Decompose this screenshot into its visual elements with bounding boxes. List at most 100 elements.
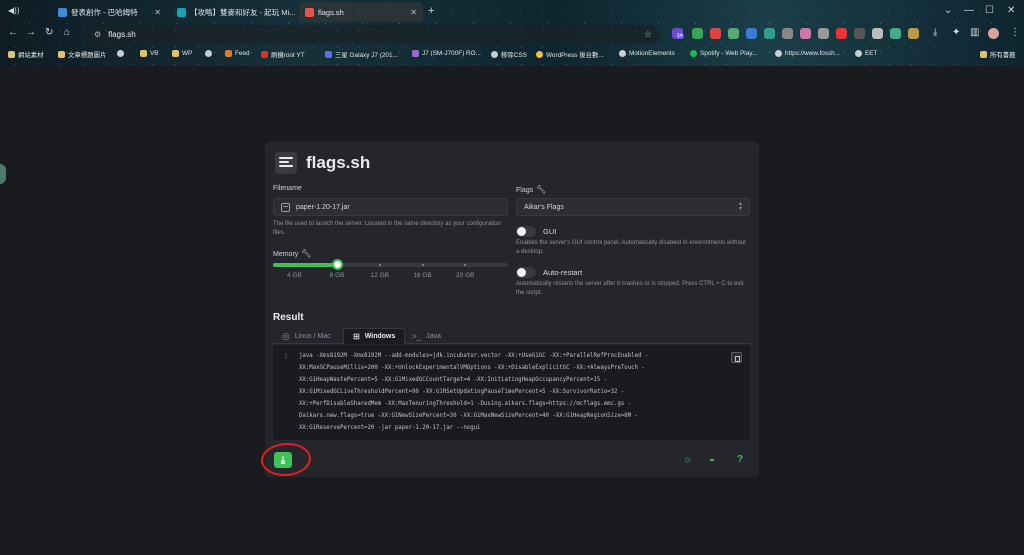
- bookmark-item[interactable]: 文章標題圖片: [58, 50, 106, 59]
- forward-icon[interactable]: →: [26, 27, 36, 38]
- bookmark-star-icon[interactable]: ☆: [644, 29, 652, 40]
- side-panel-icon[interactable]: ▥: [970, 27, 979, 38]
- bookmark-item[interactable]: [117, 50, 124, 57]
- select-chevron-icon: ▴ ▾: [738, 201, 742, 212]
- feed-icon: [225, 50, 232, 57]
- extension-icon[interactable]: [890, 28, 901, 39]
- windows-icon: ⊞: [353, 332, 360, 341]
- code-line: java -Xms8192M -Xmx8192M --add-modules=j…: [299, 353, 649, 359]
- memory-slider-fill: [273, 263, 338, 267]
- home-icon[interactable]: ⌂: [64, 27, 70, 38]
- extension-icon[interactable]: [908, 28, 919, 39]
- address-bar[interactable]: ⚙ flags.sh ☆: [86, 25, 660, 43]
- bookmark-item[interactable]: 三星 Galaxy J7 (201...: [325, 50, 398, 59]
- auto-restart-toggle[interactable]: [516, 267, 536, 278]
- bookmark-item[interactable]: 所有書籤: [980, 50, 1016, 59]
- code-line: XX:+PerfDisableSharedMem -XX:MaxTenuring…: [299, 401, 632, 407]
- gui-toggle[interactable]: [516, 226, 536, 237]
- bookmark-item[interactable]: EET: [855, 50, 877, 57]
- gui-description: Enables the server's GUI control panel. …: [516, 240, 746, 255]
- result-heading: Result: [273, 312, 304, 323]
- filename-value: paper-1.20-17.jar: [296, 203, 350, 211]
- bookmark-item[interactable]: 網站素材: [8, 50, 44, 59]
- reload-icon[interactable]: ↻: [45, 27, 53, 38]
- folder-icon: [172, 50, 179, 57]
- bookmark-item[interactable]: J7 (SM-J700F) RO...: [412, 50, 481, 57]
- help-icon[interactable]: ?: [737, 454, 743, 465]
- copy-icon[interactable]: [731, 352, 742, 363]
- menu-icon[interactable]: ⋮: [1010, 27, 1020, 38]
- bookmark-item[interactable]: VB: [140, 50, 159, 57]
- filename-description: The file used to launch the server. Loca…: [273, 221, 501, 236]
- bookmark-item[interactable]: WP: [172, 50, 192, 57]
- tab-label: Linux / Mac: [294, 332, 331, 340]
- tab-search-icon[interactable]: ◀)): [8, 6, 19, 15]
- bookmark-item[interactable]: https://www.fossh...: [775, 50, 840, 57]
- filename-label: Filename: [273, 185, 302, 192]
- extension-icon[interactable]: [746, 28, 757, 39]
- github-icon[interactable]: ◒: [709, 454, 715, 465]
- memory-mark-dot: [421, 264, 424, 266]
- extension-icon[interactable]: [710, 28, 721, 39]
- extensions-puzzle-icon[interactable]: ✦: [952, 27, 960, 38]
- bookmark-item[interactable]: [205, 50, 212, 57]
- extension-icon[interactable]: [818, 28, 829, 39]
- memory-slider-thumb[interactable]: [332, 259, 344, 270]
- extension-icon[interactable]: [872, 28, 883, 39]
- tab-close-icon[interactable]: ✕: [154, 8, 161, 17]
- archive-icon: [281, 202, 290, 212]
- wrench-icon: 🔧︎: [301, 249, 312, 258]
- browser-tab-active[interactable]: flags.sh ✕: [299, 2, 423, 22]
- bookmark-item[interactable]: 刷機root YT: [261, 50, 305, 59]
- tab-linux-mac[interactable]: ◎ Linux / Mac: [273, 328, 340, 344]
- extension-icon[interactable]: [728, 28, 739, 39]
- new-tab-button[interactable]: +: [428, 5, 434, 17]
- filename-input[interactable]: paper-1.20-17.jar: [273, 198, 508, 216]
- terminal-icon: >_: [412, 331, 422, 341]
- browser-tab[interactable]: 發表創作 - 巴哈姆特 ✕: [52, 2, 167, 22]
- memory-mark-label: 20 GB: [456, 272, 475, 279]
- bookmark-item[interactable]: MotionElements: [619, 50, 675, 57]
- minimize-button[interactable]: —: [964, 5, 974, 16]
- extension-icon[interactable]: [836, 28, 847, 39]
- folder-icon: [8, 51, 15, 58]
- bookmark-label: J7 (SM-J700F) RO...: [422, 50, 481, 57]
- tab-java[interactable]: >_ Java: [403, 328, 450, 344]
- bookmark-item[interactable]: 移除CSS: [491, 50, 527, 59]
- tab-search-button[interactable]: ⌄: [944, 5, 952, 16]
- folder-icon: [140, 50, 147, 57]
- extension-icon[interactable]: [854, 28, 865, 39]
- code-line: XX:MaxGCPauseMillis=200 -XX:+UnlockExper…: [299, 365, 645, 371]
- bookmark-label: VB: [150, 50, 159, 57]
- side-dock-handle[interactable]: [0, 164, 6, 184]
- bookmark-favicon-icon: [412, 50, 419, 57]
- tab-label: flags.sh: [318, 7, 344, 17]
- maximize-button[interactable]: ☐: [985, 5, 994, 16]
- memory-mark-label: 16 GB: [413, 272, 432, 279]
- code-line: Daikars.new.flags=true -XX:G1NewSizePerc…: [299, 413, 638, 419]
- globe-icon: [205, 50, 212, 57]
- flags-select[interactable]: Aikar's Flags ▴ ▾: [516, 198, 750, 216]
- command-code-block[interactable]: 1 java -Xms8192M -Xmx8192M --add-modules…: [273, 345, 750, 440]
- bookmark-item[interactable]: WordPress 後台數...: [536, 50, 604, 59]
- bookmark-item[interactable]: Feed: [225, 50, 250, 57]
- bookmark-item[interactable]: Spotify - Web Play...: [690, 50, 757, 57]
- tab-close-icon[interactable]: ✕: [410, 8, 417, 17]
- profile-avatar[interactable]: [988, 28, 999, 39]
- extension-icon[interactable]: [800, 28, 811, 39]
- downloads-icon[interactable]: ⤓: [933, 27, 937, 38]
- memory-slider[interactable]: [273, 259, 508, 270]
- theme-toggle-icon[interactable]: ☼: [683, 454, 692, 465]
- browser-tab[interactable]: 【攻略】雙麥和好友 - 起玩 Mi... ✕: [171, 2, 296, 22]
- back-icon[interactable]: ←: [8, 27, 18, 38]
- close-window-button[interactable]: ✕: [1007, 5, 1015, 16]
- tab-label: Java: [426, 332, 441, 340]
- browser-chrome: ◀)) 發表創作 - 巴哈姆特 ✕ 【攻略】雙麥和好友 - 起玩 Mi... ✕…: [0, 0, 1024, 66]
- extension-icon[interactable]: [764, 28, 775, 39]
- extension-icon[interactable]: [782, 28, 793, 39]
- site-info-icon[interactable]: ⚙: [94, 30, 101, 39]
- flags-label: Flags 🔧︎: [516, 185, 547, 194]
- tab-windows[interactable]: ⊞ Windows: [343, 328, 406, 344]
- extension-icon[interactable]: [692, 28, 703, 39]
- code-line: XX:G1ReservePercent=20 -jar paper-1.20-1…: [299, 425, 481, 431]
